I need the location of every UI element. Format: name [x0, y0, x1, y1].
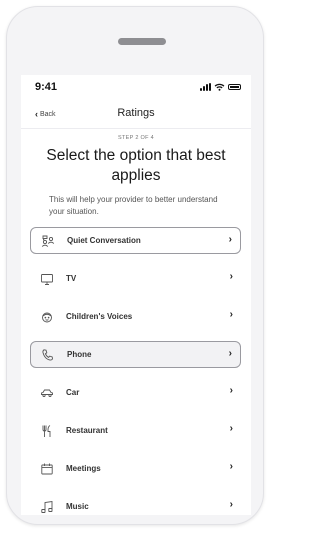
phone-icon — [41, 348, 55, 362]
battery-icon — [228, 84, 241, 90]
fork-knife-icon — [40, 424, 54, 438]
signal-icon — [200, 83, 211, 91]
option-label: Phone — [67, 350, 92, 359]
page-subtitle: This will help your provider to better u… — [49, 195, 218, 216]
option-car[interactable]: Car › — [30, 379, 241, 406]
option-label: Meetings — [66, 464, 101, 473]
option-restaurant[interactable]: Restaurant › — [30, 417, 241, 444]
nav-divider — [21, 128, 251, 129]
nav-bar: ‹ Back Ratings — [21, 99, 251, 129]
nav-title: Ratings — [117, 107, 155, 119]
car-icon — [40, 386, 54, 400]
chevron-right-icon: › — [229, 309, 233, 320]
option-list: Quiet Conversation › TV › Children's Voi… — [30, 227, 241, 515]
people-talking-icon — [41, 234, 55, 248]
status-icons — [200, 83, 241, 91]
chevron-right-icon: › — [229, 499, 233, 510]
option-label: TV — [66, 274, 77, 283]
option-tv[interactable]: TV › — [30, 265, 241, 292]
option-childrens-voices[interactable]: Children's Voices › — [30, 303, 241, 330]
calendar-icon — [40, 462, 54, 476]
option-label: Music — [66, 502, 89, 511]
option-label: Children's Voices — [66, 312, 133, 321]
music-note-icon — [40, 500, 54, 514]
option-quiet-conversation[interactable]: Quiet Conversation › — [30, 227, 241, 254]
page-title: Select the option that best applies — [46, 147, 226, 184]
option-phone[interactable]: Phone › — [30, 341, 241, 368]
option-label: Car — [66, 388, 80, 397]
option-music[interactable]: Music › — [30, 493, 241, 515]
app-screen: 9:41 ‹ Back Ratings STEP 2 OF 4 Select t… — [21, 75, 251, 515]
chevron-right-icon: › — [228, 348, 232, 359]
wifi-icon — [214, 83, 225, 91]
child-face-icon — [40, 310, 54, 324]
chevron-right-icon: › — [229, 461, 233, 472]
step-indicator: STEP 2 OF 4 — [118, 135, 154, 141]
speaker-grille — [118, 38, 166, 45]
chevron-right-icon: › — [228, 234, 232, 245]
phone-bezel — [7, 7, 263, 75]
chevron-right-icon: › — [229, 271, 233, 282]
status-time: 9:41 — [35, 81, 58, 93]
option-meetings[interactable]: Meetings › — [30, 455, 241, 482]
chevron-right-icon: › — [229, 423, 233, 434]
status-bar: 9:41 — [21, 75, 251, 99]
chevron-right-icon: › — [229, 385, 233, 396]
phone-frame: 9:41 ‹ Back Ratings STEP 2 OF 4 Select t… — [6, 6, 264, 525]
option-label: Quiet Conversation — [67, 236, 141, 245]
option-label: Restaurant — [66, 426, 108, 435]
tv-icon — [40, 272, 54, 286]
